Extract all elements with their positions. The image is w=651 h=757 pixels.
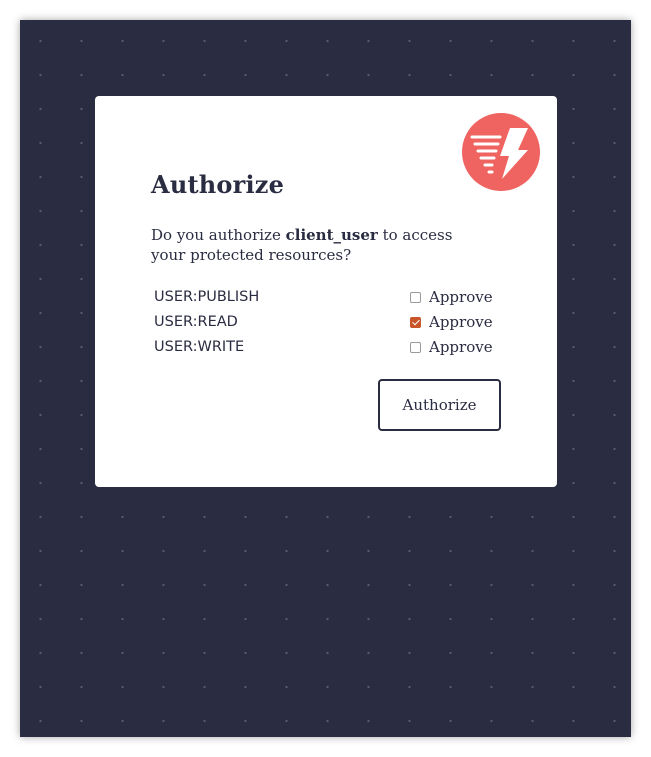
page-title: Authorize [151, 170, 285, 199]
scope-name: USER:PUBLISH [154, 289, 260, 305]
authorize-button[interactable]: Authorize [378, 379, 501, 431]
approve-label: Approve [429, 313, 493, 331]
approve-checkbox[interactable] [410, 317, 421, 328]
client-name: client_user [285, 226, 378, 244]
approve-label: Approve [429, 288, 493, 306]
scope-row-user-publish: USER:PUBLISH Approve [154, 285, 504, 310]
approve-user-publish[interactable]: Approve [410, 285, 493, 310]
lightning-bolt-logo-icon [462, 113, 540, 191]
scope-row-user-write: USER:WRITE Approve [154, 335, 504, 360]
approve-label: Approve [429, 338, 493, 356]
approve-checkbox[interactable] [410, 292, 421, 303]
scope-name: USER:READ [154, 314, 238, 330]
authorize-card: Authorize Do you authorize client_user t… [95, 96, 557, 487]
authorize-prompt: Do you authorize client_user to access y… [151, 225, 481, 265]
scope-name: USER:WRITE [154, 339, 245, 355]
prompt-prefix: Do you authorize [151, 226, 286, 244]
approve-checkbox[interactable] [410, 342, 421, 353]
scope-list: USER:PUBLISH Approve USER:READ Approve U… [154, 285, 504, 360]
approve-user-write[interactable]: Approve [410, 335, 493, 360]
scope-row-user-read: USER:READ Approve [154, 310, 504, 335]
approve-user-read[interactable]: Approve [410, 310, 493, 335]
app-background: Authorize Do you authorize client_user t… [20, 20, 631, 737]
